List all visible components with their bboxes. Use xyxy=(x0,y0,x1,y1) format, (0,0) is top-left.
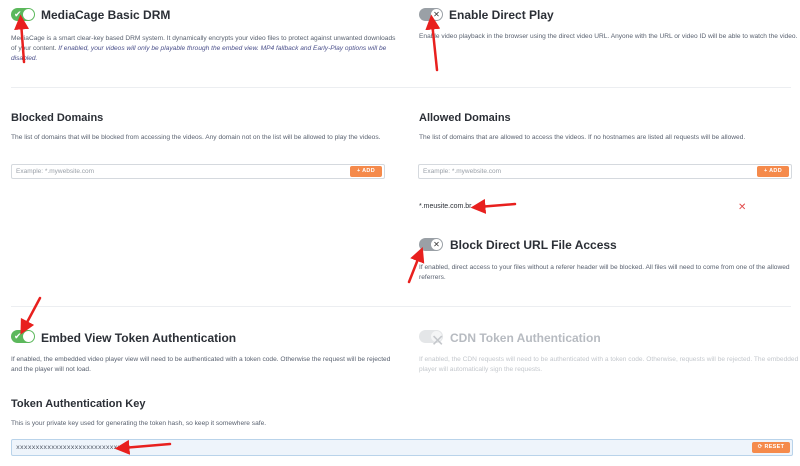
drm-toggle[interactable]: ✔ xyxy=(11,8,35,21)
blocked-domain-input[interactable] xyxy=(16,165,338,178)
reset-button[interactable]: ⟳ RESET xyxy=(752,442,790,453)
cdn-token-title: CDN Token Authentication xyxy=(450,331,601,345)
drm-description: MediaCage is a smart clear-key based DRM… xyxy=(11,35,396,62)
direct-play-description: Enable video playback in the browser usi… xyxy=(419,33,798,40)
allowed-domains-description: The list of domains that are allowed to … xyxy=(419,134,746,141)
allowed-add-button[interactable]: + ADD xyxy=(757,166,789,177)
remove-domain-icon[interactable]: ✕ xyxy=(738,203,746,213)
block-direct-url-title: Block Direct URL File Access xyxy=(450,238,617,252)
drm-title: MediaCage Basic DRM xyxy=(41,8,171,22)
blocked-domain-input-wrapper: + ADD xyxy=(11,164,385,179)
divider xyxy=(11,87,791,88)
allowed-domain-input-wrapper: + ADD xyxy=(418,164,792,179)
cross-icon: ✕ xyxy=(433,10,440,19)
check-icon: ✔ xyxy=(14,331,22,341)
token-key-description: This is your private key used for genera… xyxy=(11,420,267,427)
arrow-embed-token-toggle xyxy=(20,296,42,335)
direct-play-title: Enable Direct Play xyxy=(449,8,554,22)
token-key-input[interactable] xyxy=(16,441,736,454)
arrow-allowed-domain xyxy=(470,198,517,214)
cross-icon: ✕ xyxy=(433,240,440,249)
direct-play-toggle[interactable]: ✕ xyxy=(419,8,443,21)
blocked-domains-description: The list of domains that will be blocked… xyxy=(11,134,381,141)
embed-token-toggle[interactable]: ✔ xyxy=(11,330,35,343)
cdn-token-description: If enabled, the CDN requests will need t… xyxy=(419,356,799,373)
token-key-input-wrapper: ⟳ RESET xyxy=(11,439,793,456)
block-direct-url-toggle[interactable]: ✕ xyxy=(419,238,443,251)
block-direct-url-description: If enabled, direct access to your files … xyxy=(419,264,790,281)
cdn-token-toggle: ✕ xyxy=(419,330,444,350)
arrow-direct-play-toggle xyxy=(425,14,441,72)
embed-token-description: If enabled, the embedded video player vi… xyxy=(11,356,391,373)
token-key-title: Token Authentication Key xyxy=(11,398,146,410)
divider xyxy=(11,306,791,307)
allowed-domain-item: *.meusite.com.br xyxy=(419,203,472,210)
allowed-domain-input[interactable] xyxy=(423,165,745,178)
blocked-add-button[interactable]: + ADD xyxy=(350,166,382,177)
embed-token-title: Embed View Token Authentication xyxy=(41,331,237,345)
annotation-arrows xyxy=(14,14,517,455)
cross-icon: ✕ xyxy=(431,333,445,350)
blocked-domains-title: Blocked Domains xyxy=(11,112,104,124)
allowed-domains-title: Allowed Domains xyxy=(419,112,511,124)
check-icon: ✔ xyxy=(14,9,22,19)
